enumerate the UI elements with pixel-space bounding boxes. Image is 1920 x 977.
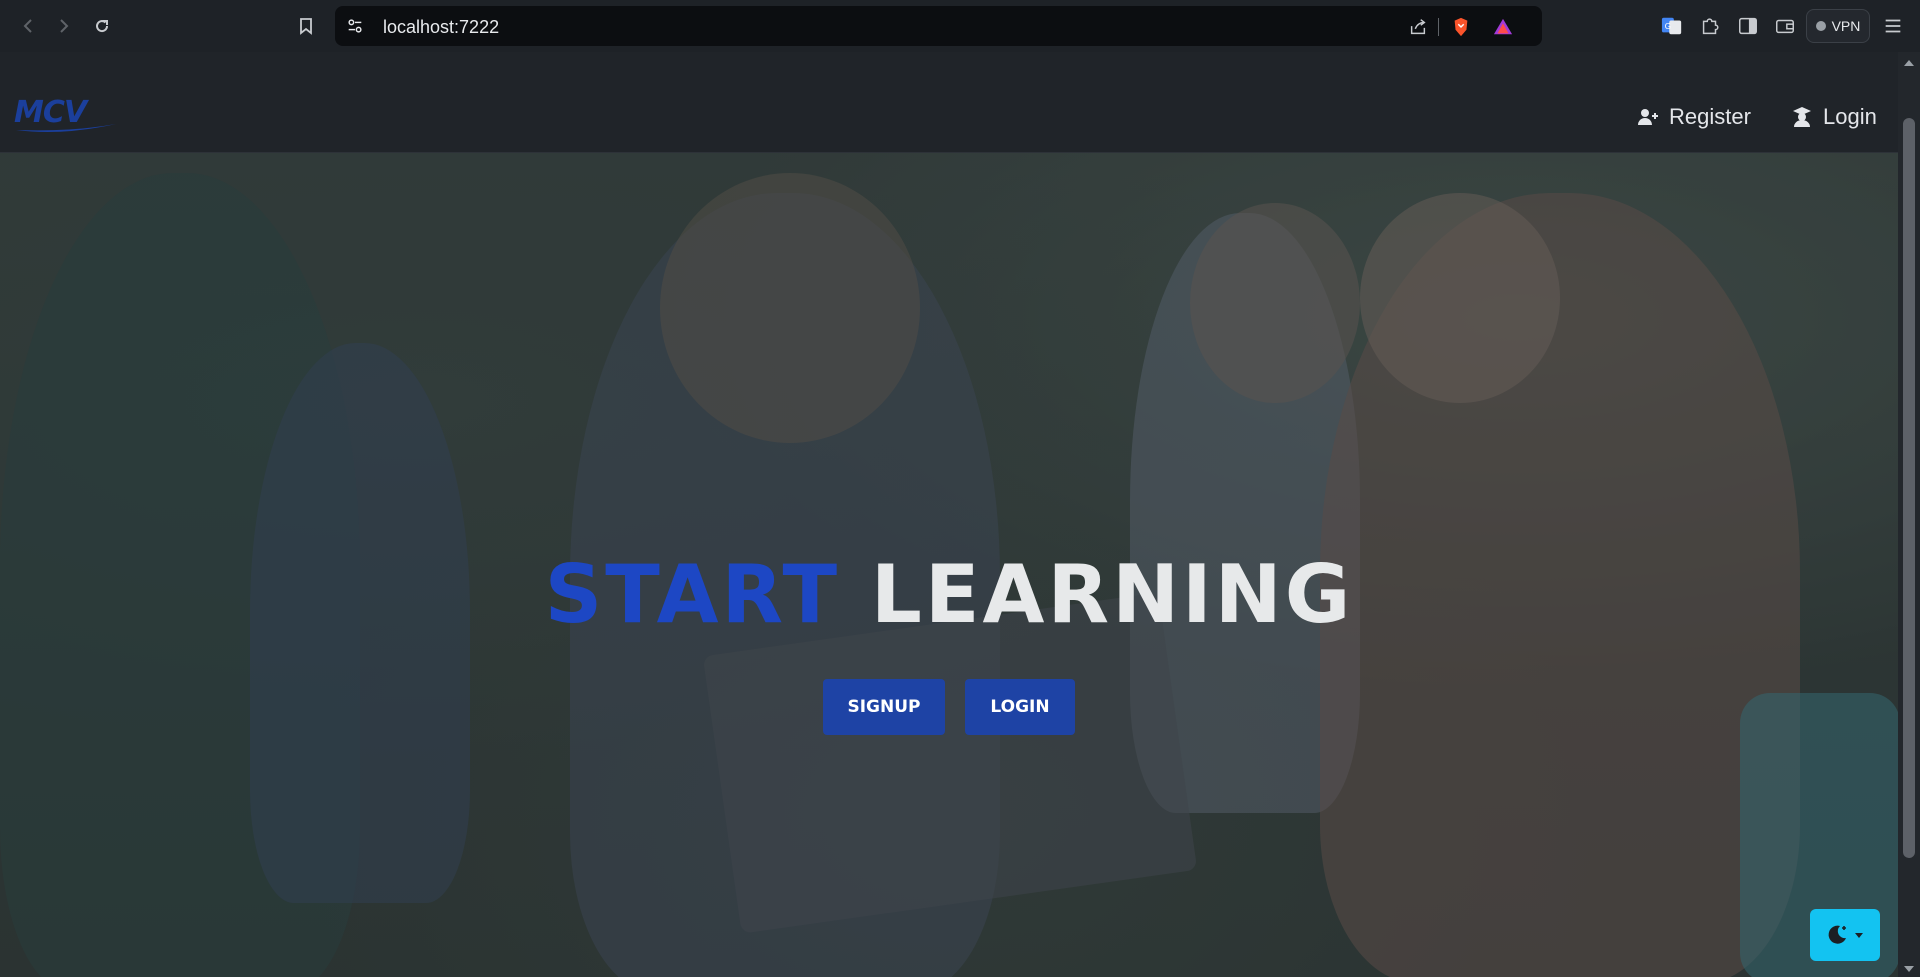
svg-text:G: G: [1665, 21, 1671, 31]
user-plus-icon: [1638, 109, 1658, 125]
mcv-logo-icon: MCV: [14, 95, 116, 132]
bookmark-icon: [300, 18, 312, 35]
signup-button[interactable]: SIGNUP: [823, 679, 945, 735]
brave-shield-icon: [1454, 17, 1468, 37]
url-text[interactable]: localhost:7222: [383, 17, 499, 38]
address-bar[interactable]: localhost:7222: [335, 6, 1542, 46]
share-icon: [1410, 19, 1426, 35]
forward-button[interactable]: [52, 14, 76, 38]
vpn-button[interactable]: VPN: [1806, 9, 1870, 43]
graduate-icon: [1793, 107, 1811, 127]
translate-extension[interactable]: G: [1660, 14, 1684, 38]
vpn-status-icon: [1815, 21, 1826, 31]
login-link[interactable]: Login: [1791, 104, 1877, 130]
hero-title-learning: LEARNING: [870, 548, 1354, 641]
wallet-icon: [1776, 19, 1794, 34]
address-divider: [1438, 18, 1439, 36]
site-logo[interactable]: MCV: [12, 90, 118, 140]
scroll-up-arrow-icon[interactable]: [1902, 58, 1916, 68]
scroll-down-arrow-icon[interactable]: [1902, 964, 1916, 974]
hero-section: START LEARNING SIGNUP LOGIN: [0, 153, 1898, 977]
back-button[interactable]: [16, 14, 40, 38]
reload-icon: [96, 20, 109, 33]
scrollbar-thumb[interactable]: [1903, 118, 1915, 858]
login-label: Login: [1823, 104, 1877, 129]
bookmark-button[interactable]: [294, 14, 318, 38]
share-button[interactable]: [1407, 16, 1429, 38]
vpn-label: VPN: [1831, 18, 1861, 34]
logo-text: MCV: [14, 95, 90, 130]
site-navbar: MCV Register Login: [0, 52, 1898, 153]
reload-button[interactable]: [90, 14, 114, 38]
site-settings-button[interactable]: [345, 16, 365, 36]
hero-title: START LEARNING: [0, 548, 1898, 641]
translate-icon: G: [1661, 17, 1682, 35]
brave-rewards-icon: [1493, 18, 1513, 35]
register-link[interactable]: Register: [1637, 104, 1751, 130]
sidebar-icon: [1739, 17, 1757, 35]
browser-menu-button[interactable]: [1881, 14, 1905, 38]
caret-down-icon: [1855, 933, 1863, 938]
arrow-left-icon: [23, 19, 32, 33]
register-label: Register: [1669, 104, 1751, 129]
hamburger-menu-icon: [1885, 19, 1901, 33]
brave-rewards-button[interactable]: [1492, 16, 1514, 38]
tune-icon: [348, 19, 362, 33]
puzzle-icon: [1702, 18, 1719, 35]
moon-icon: [1828, 925, 1846, 944]
sidebar-button[interactable]: [1736, 14, 1760, 38]
brave-shields-button[interactable]: [1450, 16, 1472, 38]
arrow-right-icon: [60, 19, 69, 33]
hero-login-button[interactable]: LOGIN: [965, 679, 1075, 735]
theme-toggle-button[interactable]: [1810, 909, 1880, 961]
page-scrollbar[interactable]: [1898, 52, 1920, 977]
browser-toolbar: localhost:7222 G VPN: [0, 0, 1920, 52]
wallet-button[interactable]: [1773, 14, 1797, 38]
hero-title-start: START: [544, 548, 841, 641]
extensions-button[interactable]: [1698, 14, 1722, 38]
